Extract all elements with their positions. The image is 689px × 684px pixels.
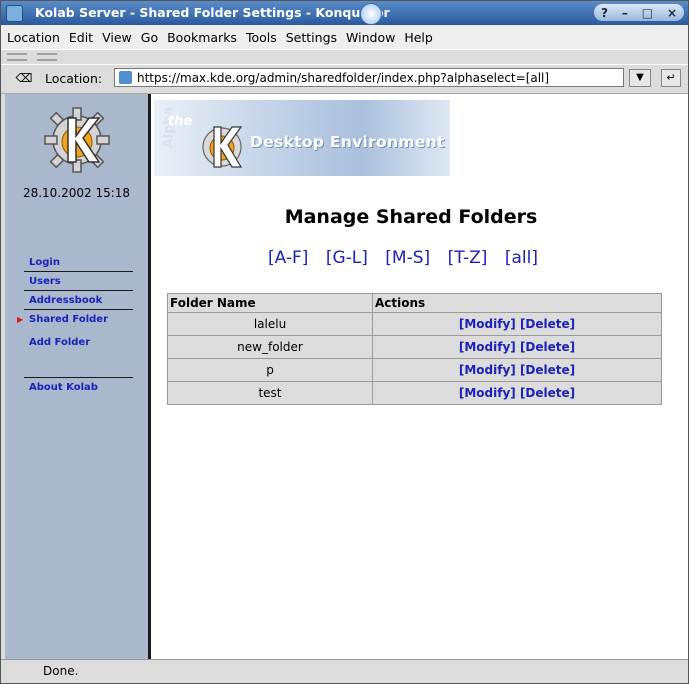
menu-settings[interactable]: Settings bbox=[286, 30, 337, 45]
column-header-actions: Actions bbox=[372, 293, 662, 313]
column-header-folder-name: Folder Name bbox=[167, 293, 373, 313]
filter-a-f-link[interactable]: [A-F] bbox=[268, 248, 308, 268]
menu-edit[interactable]: Edit bbox=[69, 30, 93, 45]
status-bar: Done. bbox=[1, 659, 688, 683]
kde-gear-logo-icon bbox=[44, 107, 110, 173]
delete-link[interactable]: [Delete] bbox=[520, 340, 575, 354]
sidebar-item-shared-folder[interactable]: Shared Folder bbox=[29, 314, 133, 325]
minimize-button[interactable]: – bbox=[622, 6, 628, 20]
modify-link[interactable]: [Modify] bbox=[459, 317, 516, 331]
table-row: new_folder [Modify] [Delete] bbox=[167, 335, 662, 359]
sidebar-divider bbox=[24, 271, 133, 272]
toolbar-handle-icon[interactable] bbox=[37, 53, 57, 61]
filter-g-l-link[interactable]: [G-L] bbox=[326, 248, 368, 268]
sidebar-divider bbox=[24, 377, 133, 378]
modify-link[interactable]: [Modify] bbox=[459, 363, 516, 377]
kde-k-logo-icon bbox=[202, 126, 243, 168]
sidebar-item-add-folder[interactable]: Add Folder bbox=[29, 337, 133, 348]
shared-folders-table: Folder Name Actions lalelu [Modify] [Del… bbox=[167, 293, 662, 405]
menu-tools[interactable]: Tools bbox=[246, 30, 277, 45]
alphabet-filter: [A-F] [G-L] [M-S] [T-Z] [all] bbox=[268, 248, 550, 268]
banner-desktop-environment-text: Desktop Environment bbox=[250, 133, 445, 151]
menu-bookmarks[interactable]: Bookmarks bbox=[167, 30, 237, 45]
konqueror-throbber-icon bbox=[360, 3, 382, 25]
location-bar: ⌫ Location: https://max.kde.org/admin/sh… bbox=[1, 64, 688, 94]
menu-window[interactable]: Window bbox=[346, 30, 395, 45]
toolbar-handle-icon[interactable] bbox=[7, 53, 27, 61]
title-bar: Kolab Server - Shared Folder Settings - … bbox=[1, 1, 688, 25]
menu-bar: Location Edit View Go Bookmarks Tools Se… bbox=[1, 25, 688, 49]
filter-m-s-link[interactable]: [M-S] bbox=[385, 248, 430, 268]
filter-t-z-link[interactable]: [T-Z] bbox=[448, 248, 488, 268]
window-controls: ? – □ × bbox=[594, 4, 684, 21]
sidebar-item-login[interactable]: Login bbox=[29, 257, 133, 268]
menu-go[interactable]: Go bbox=[141, 30, 158, 45]
clear-location-icon[interactable]: ⌫ bbox=[15, 70, 33, 86]
url-history-dropdown-icon[interactable]: ▼ bbox=[629, 69, 651, 87]
sidebar-item-addressbook[interactable]: Addressbook bbox=[29, 295, 133, 306]
kolab-sidebar: 28.10.2002 15:18 Login Users Addressbook… bbox=[5, 94, 151, 659]
banner-the-text: the bbox=[168, 114, 193, 129]
delete-link[interactable]: [Delete] bbox=[520, 317, 575, 331]
modify-link[interactable]: [Modify] bbox=[459, 386, 516, 400]
page-title: Manage Shared Folders bbox=[284, 206, 538, 228]
table-row: lalelu [Modify] [Delete] bbox=[167, 312, 662, 336]
sidebar-divider bbox=[24, 309, 133, 310]
actions-cell: [Modify] [Delete] bbox=[372, 312, 662, 336]
date-time: 28.10.2002 15:18 bbox=[22, 186, 131, 200]
actions-cell: [Modify] [Delete] bbox=[372, 358, 662, 382]
delete-link[interactable]: [Delete] bbox=[520, 386, 575, 400]
folder-name: new_folder bbox=[167, 335, 373, 359]
page-content: 28.10.2002 15:18 Login Users Addressbook… bbox=[5, 94, 688, 659]
location-label: Location: bbox=[45, 71, 103, 86]
menu-view[interactable]: View bbox=[102, 30, 132, 45]
close-button[interactable]: × bbox=[667, 6, 677, 20]
folder-name: p bbox=[167, 358, 373, 382]
filter-all-link[interactable]: [all] bbox=[505, 248, 538, 268]
folder-name: test bbox=[167, 381, 373, 405]
actions-cell: [Modify] [Delete] bbox=[372, 381, 662, 405]
maximize-button[interactable]: □ bbox=[642, 6, 653, 20]
table-row: test [Modify] [Delete] bbox=[167, 381, 662, 405]
url-input[interactable]: https://max.kde.org/admin/sharedfolder/i… bbox=[114, 68, 624, 87]
go-icon[interactable]: ↵ bbox=[661, 69, 681, 87]
table-header-row: Folder Name Actions bbox=[167, 293, 662, 313]
status-text: Done. bbox=[43, 664, 79, 678]
delete-link[interactable]: [Delete] bbox=[520, 363, 575, 377]
site-favicon-icon bbox=[119, 71, 132, 84]
help-button[interactable]: ? bbox=[601, 6, 608, 20]
window-title: Kolab Server - Shared Folder Settings - … bbox=[35, 5, 390, 20]
actions-cell: [Modify] [Delete] bbox=[372, 335, 662, 359]
menu-location[interactable]: Location bbox=[7, 30, 60, 45]
active-arrow-icon: ▶ bbox=[17, 315, 24, 324]
toolbar-strip bbox=[1, 49, 688, 64]
sidebar-item-about-kolab[interactable]: About Kolab bbox=[29, 382, 133, 393]
main-panel: Alpha the Desktop Environment Manage Sha… bbox=[151, 94, 688, 659]
konqueror-app-icon[interactable] bbox=[6, 5, 23, 22]
kde-banner: Alpha the Desktop Environment bbox=[154, 100, 450, 176]
url-text: https://max.kde.org/admin/sharedfolder/i… bbox=[137, 71, 550, 85]
browser-window: Kolab Server - Shared Folder Settings - … bbox=[0, 0, 689, 684]
modify-link[interactable]: [Modify] bbox=[459, 340, 516, 354]
folder-name: lalelu bbox=[167, 312, 373, 336]
table-row: p [Modify] [Delete] bbox=[167, 358, 662, 382]
menu-help[interactable]: Help bbox=[404, 30, 433, 45]
sidebar-divider bbox=[24, 290, 133, 291]
sidebar-item-users[interactable]: Users bbox=[29, 276, 133, 287]
